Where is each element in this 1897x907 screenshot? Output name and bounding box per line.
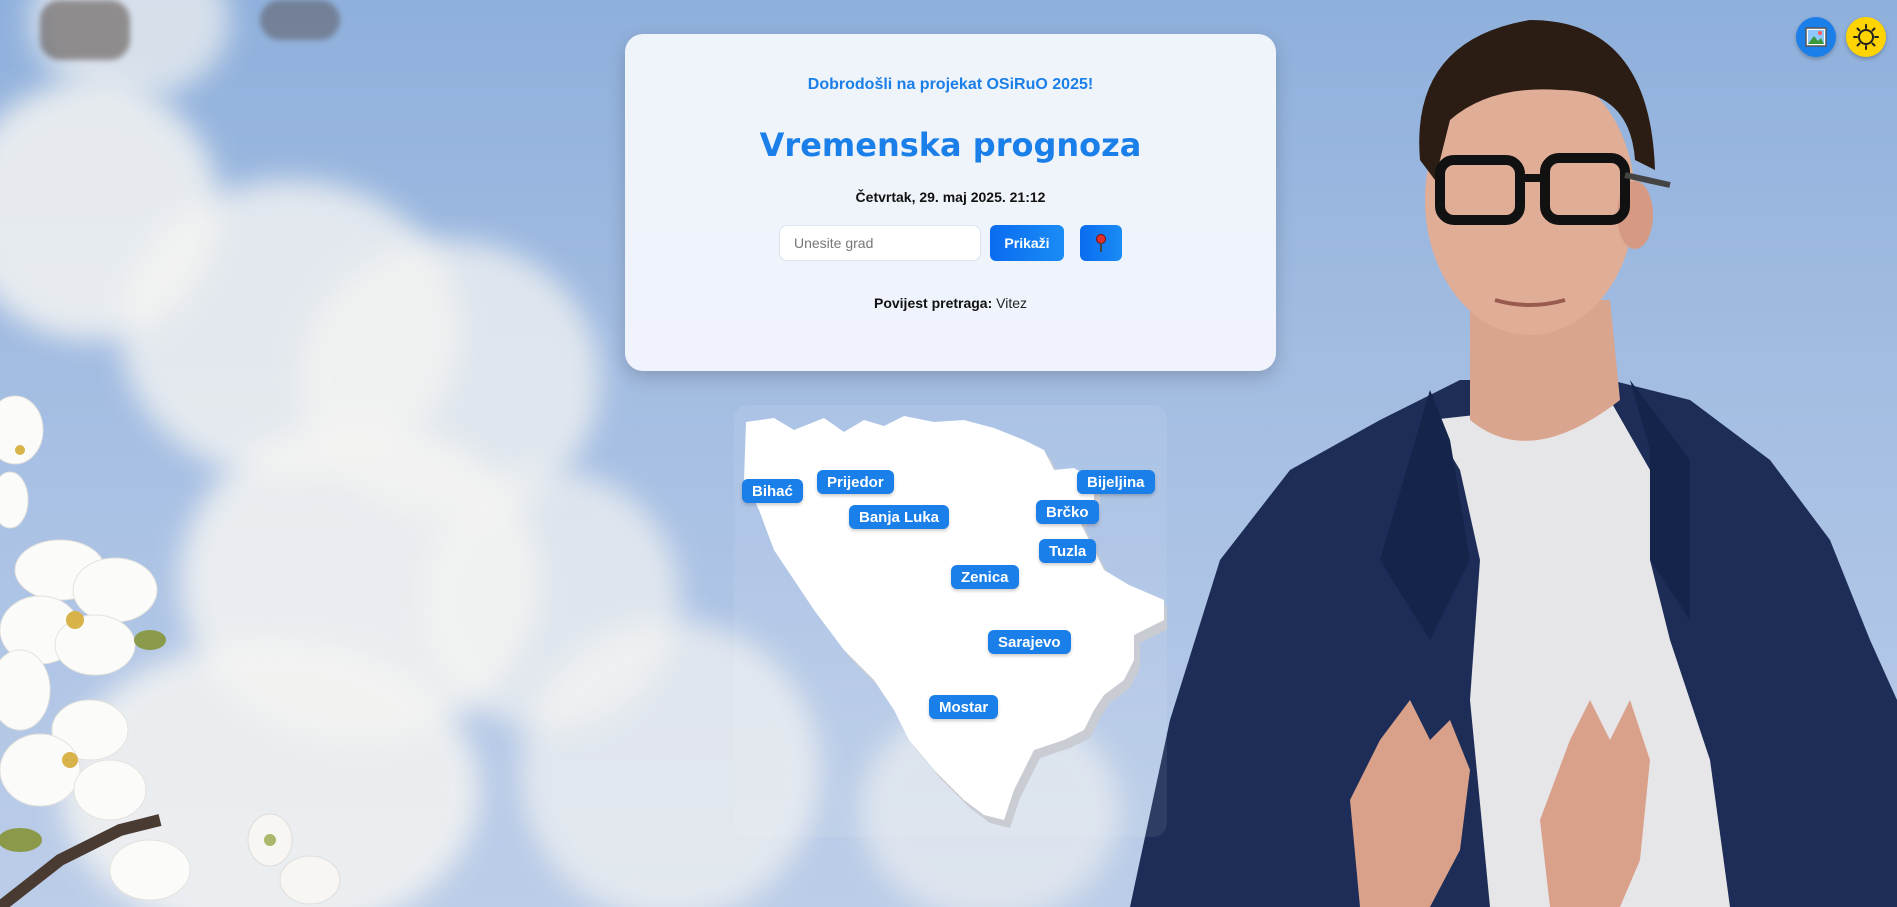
map-city-sarajevo[interactable]: Sarajevo <box>988 630 1071 654</box>
background-toggle-button[interactable] <box>1796 17 1836 57</box>
flower-cluster-small <box>247 813 341 905</box>
map-city-zenica[interactable]: Zenica <box>951 565 1019 589</box>
map-city-bijeljina[interactable]: Bijeljina <box>1077 470 1155 494</box>
map-city-prijedor[interactable]: Prijedor <box>817 470 894 494</box>
current-datetime: Četvrtak, 29. maj 2025. 21:12 <box>855 189 1046 205</box>
search-history: Povijest pretraga: Vitez <box>625 295 1276 311</box>
sun-icon <box>1853 24 1879 50</box>
theme-toggle-button[interactable] <box>1846 17 1886 57</box>
page-title: Vremenska prognoza <box>759 126 1142 164</box>
page: Dobrodošli na projekat OSiRuO 2025! Vrem… <box>0 0 1897 907</box>
map-city-banja-luka[interactable]: Banja Luka <box>849 505 950 529</box>
weather-card: Dobrodošli na projekat OSiRuO 2025! Vrem… <box>625 34 1276 371</box>
map-city-tuzla[interactable]: Tuzla <box>1039 539 1097 563</box>
map-city-bihac[interactable]: Bihać <box>742 479 803 503</box>
locate-button[interactable] <box>1080 225 1122 261</box>
show-button[interactable]: Prikaži <box>990 225 1064 261</box>
image-icon <box>1805 27 1827 47</box>
map-city-mostar[interactable]: Mostar <box>929 695 999 719</box>
welcome-text: Dobrodošli na projekat OSiRuO 2025! <box>807 76 1094 93</box>
city-search-input[interactable] <box>779 225 981 261</box>
history-item[interactable]: Vitez <box>996 295 1027 311</box>
pin-icon <box>1096 234 1106 252</box>
map-city-brcko[interactable]: Brčko <box>1036 500 1099 524</box>
history-label: Povijest pretraga: <box>873 295 993 311</box>
flower-cluster <box>0 395 191 907</box>
